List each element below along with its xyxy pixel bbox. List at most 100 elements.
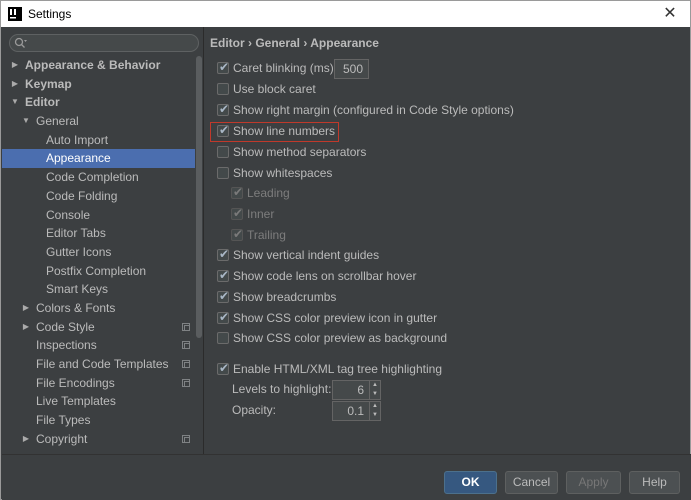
spinner-down-icon[interactable]: ▼ [370,390,380,399]
block-caret-checkbox[interactable]: ✔ [217,83,229,95]
caret-blinking-checkbox[interactable]: ✔ [217,60,230,74]
tree-item-postfix-completion[interactable]: Postfix Completion [2,262,195,281]
option-right-margin[interactable]: ✔ Show right margin (configured in Code … [217,101,517,119]
tree-item-appearance[interactable]: Appearance [2,149,195,169]
sidebar-scrollbar[interactable] [195,56,203,454]
method-separators-checkbox[interactable]: ✔ [217,146,229,158]
tree-item-label: Gutter Icons [46,244,112,259]
collapse-arrow-icon[interactable]: ▼ [10,93,20,112]
tree-item-label: Code Completion [46,170,139,185]
search-input[interactable] [9,34,199,52]
spinner-arrows[interactable]: ▲ ▼ [369,381,380,399]
tree-item-inspections[interactable]: Inspections [2,336,195,355]
expand-arrow-icon[interactable]: ▶ [21,430,31,449]
project-level-icon [182,322,190,331]
project-level-icon [182,378,190,387]
trailing-checkbox[interactable]: ✔ [231,227,244,241]
option-code-lens[interactable]: ✔ Show code lens on scrollbar hover [217,267,517,285]
checkmark-icon: ✔ [219,60,230,74]
spinner-up-icon[interactable]: ▲ [370,402,380,411]
opacity-spinner[interactable]: 0.1 ▲ ▼ [332,401,381,421]
tree-item-colors-fonts[interactable]: ▶ Colors & Fonts [2,299,195,318]
tree-item-label: Editor [25,95,60,110]
tag-tree-checkbox[interactable]: ✔ [217,361,229,375]
css-gutter-checkbox[interactable]: ✔ [217,310,229,324]
option-css-gutter[interactable]: ✔ Show CSS color preview icon in gutter [217,309,517,327]
option-method-separators[interactable]: ✔ Show method separators [217,143,517,161]
option-trailing[interactable]: ✔ Trailing [231,226,431,244]
levels-label: Levels to highlight: [232,382,332,396]
tree-item-code-folding[interactable]: Code Folding [2,187,195,206]
intellij-app-icon [8,7,22,21]
tree-item-file-code-templates[interactable]: File and Code Templates [2,355,195,374]
settings-sidebar: ▶ Appearance & Behavior ▶ Keymap ▼ Edito… [2,27,203,454]
tree-item-editor-tabs[interactable]: Editor Tabs [2,224,195,243]
settings-window: Settings ✕ ▶ Appearance & Behavior ▶ Key… [0,0,691,500]
tree-item-file-encodings[interactable]: File Encodings [2,374,195,393]
tree-item-console[interactable]: Console [2,206,195,225]
expand-arrow-icon[interactable]: ▶ [21,299,31,318]
tree-item-editor[interactable]: ▼ Editor [2,93,195,112]
right-margin-checkbox[interactable]: ✔ [217,102,230,116]
spinner-up-icon[interactable]: ▲ [370,381,380,390]
project-level-icon [182,434,190,443]
cancel-button[interactable]: Cancel [505,471,558,494]
option-whitespaces[interactable]: ✔ Show whitespaces [217,164,517,182]
option-label: Show vertical indent guides [233,248,380,262]
spinner-arrows[interactable]: ▲ ▼ [369,402,380,420]
scrollbar-thumb[interactable] [196,56,202,338]
tree-item-general[interactable]: ▼ General [2,112,195,131]
tree-item-gutter-icons[interactable]: Gutter Icons [2,243,195,262]
code-lens-checkbox[interactable]: ✔ [217,268,229,282]
option-label: Enable HTML/XML tag tree highlighting [233,362,443,376]
indent-guides-checkbox[interactable]: ✔ [217,247,229,261]
option-label: Caret blinking (ms): [233,61,338,75]
option-leading[interactable]: ✔ Leading [231,184,431,202]
css-background-checkbox[interactable]: ✔ [217,332,229,344]
inner-checkbox[interactable]: ✔ [231,206,243,220]
tree-item-copyright[interactable]: ▶ Copyright [2,430,195,449]
tree-item-keymap[interactable]: ▶ Keymap [2,75,195,94]
checkmark-icon: ✔ [233,227,244,241]
option-line-numbers[interactable]: ✔ Show line numbers [217,122,517,140]
option-label: Show breadcrumbs [233,290,337,304]
option-label: Show right margin (configured in Code St… [233,103,514,117]
line-numbers-checkbox[interactable]: ✔ [217,123,229,137]
help-button[interactable]: Help [629,471,680,494]
tree-item-label: General [36,114,79,129]
expand-arrow-icon[interactable]: ▶ [10,75,20,94]
caret-blinking-field[interactable]: 500 [334,59,369,79]
option-inner[interactable]: ✔ Inner [231,205,431,223]
leading-checkbox[interactable]: ✔ [231,185,243,199]
spinner-down-icon[interactable]: ▼ [370,411,380,420]
collapse-arrow-icon[interactable]: ▼ [21,112,31,131]
tree-item-label: Smart Keys [46,282,109,297]
appearance-settings-panel: Editor › General › Appearance ✔ Caret bl… [204,27,690,454]
tree-item-appearance-behavior[interactable]: ▶ Appearance & Behavior [2,56,195,75]
tree-item-code-style[interactable]: ▶ Code Style [2,318,195,337]
settings-tree: ▶ Appearance & Behavior ▶ Keymap ▼ Edito… [2,56,195,448]
expand-arrow-icon[interactable]: ▶ [21,318,31,337]
ok-button[interactable]: OK [444,471,497,494]
checkmark-icon: ✔ [219,102,230,116]
levels-spinner[interactable]: 6 ▲ ▼ [332,380,381,400]
option-indent-guides[interactable]: ✔ Show vertical indent guides [217,246,517,264]
tree-item-file-types[interactable]: File Types [2,411,195,430]
tree-item-auto-import[interactable]: Auto Import [2,131,195,150]
tree-item-label: Appearance [46,151,111,166]
option-breadcrumbs[interactable]: ✔ Show breadcrumbs [217,288,517,306]
tree-item-live-templates[interactable]: Live Templates [2,392,195,411]
close-icon[interactable]: ✕ [660,4,680,24]
tree-item-code-completion[interactable]: Code Completion [2,168,195,187]
breadcrumbs-checkbox[interactable]: ✔ [217,289,229,303]
option-css-background[interactable]: ✔ Show CSS color preview as background [217,329,517,347]
option-label: Leading [247,186,290,200]
tree-item-label: File Encodings [36,375,115,390]
tree-item-smart-keys[interactable]: Smart Keys [2,280,195,299]
expand-arrow-icon[interactable]: ▶ [10,56,20,75]
option-label: Use block caret [233,82,316,96]
whitespaces-checkbox[interactable]: ✔ [217,167,229,179]
option-block-caret[interactable]: ✔ Use block caret [217,80,517,98]
option-tag-tree[interactable]: ✔ Enable HTML/XML tag tree highlighting [217,360,517,378]
apply-button[interactable]: Apply [566,471,621,494]
